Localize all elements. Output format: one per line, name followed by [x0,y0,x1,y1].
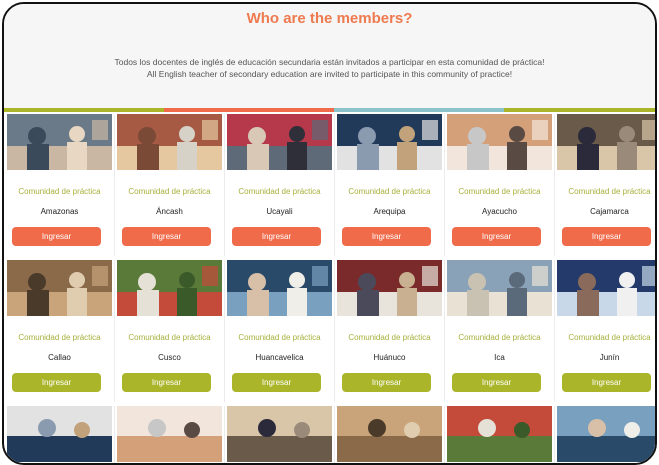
community-photo [557,260,655,316]
community-category-label: Comunidad de práctica [458,333,541,342]
community-category-label: Comunidad de práctica [128,333,211,342]
region-name: Huancavelica [255,353,304,362]
community-category-label: Comunidad de práctica [568,333,651,342]
community-card-partial [225,406,335,463]
ingresar-button[interactable]: Ingresar [342,373,431,392]
region-name: Junín [599,353,620,362]
region-name: Ica [494,353,505,362]
region-name: Áncash [156,207,183,216]
community-card: Comunidad de práctica Arequipa Ingresar [335,114,445,256]
ingresar-button[interactable]: Ingresar [232,227,321,246]
ingresar-button[interactable]: Ingresar [232,373,321,392]
region-name: Huánuco [373,353,406,362]
community-category-label: Comunidad de práctica [348,187,431,196]
community-card-partial [555,406,655,463]
community-photo [117,406,222,462]
region-name: Cusco [158,353,181,362]
ingresar-button[interactable]: Ingresar [12,373,101,392]
color-stripe-orange [164,108,334,112]
community-category-label: Comunidad de práctica [18,333,101,342]
community-card-partial [115,406,225,463]
community-photo [337,260,442,316]
community-photo [557,114,655,170]
community-category-label: Comunidad de práctica [238,187,321,196]
community-category-label: Comunidad de práctica [348,333,431,342]
community-category-label: Comunidad de práctica [238,333,321,342]
community-card: Comunidad de práctica Cusco Ingresar [115,260,225,402]
community-photo [447,406,552,462]
region-name: Cajamarca [590,207,629,216]
community-photo [7,406,112,462]
ingresar-button[interactable]: Ingresar [452,227,541,246]
community-photo [117,260,222,316]
community-photo [227,406,332,462]
community-photo [447,114,552,170]
ingresar-button[interactable]: Ingresar [562,227,651,246]
description-english: All English teacher of secondary educati… [146,69,513,79]
community-photo [337,406,442,462]
region-name: Amazonas [40,207,79,216]
community-photo [117,114,222,170]
color-stripe-green [4,108,164,112]
community-card: Comunidad de práctica Huánuco Ingresar [335,260,445,402]
community-card-partial [445,406,555,463]
ingresar-button[interactable]: Ingresar [342,227,431,246]
color-stripe-blue [334,108,504,112]
community-card: Comunidad de práctica Ica Ingresar [445,260,555,402]
community-card: Comunidad de práctica Ucayali Ingresar [225,114,335,256]
community-card-partial [5,406,115,463]
community-category-label: Comunidad de práctica [128,187,211,196]
community-card: Comunidad de práctica Ayacucho Ingresar [445,114,555,256]
community-card: Comunidad de práctica Callao Ingresar [5,260,115,402]
ingresar-button[interactable]: Ingresar [452,373,541,392]
community-card-partial [335,406,445,463]
section-title: Who are the members? [246,10,413,27]
ingresar-button[interactable]: Ingresar [122,373,211,392]
community-photo [227,260,332,316]
ingresar-button[interactable]: Ingresar [562,373,651,392]
ingresar-button[interactable]: Ingresar [122,227,211,246]
region-name: Callao [48,353,71,362]
page-frame: Who are the members? Todos los docentes … [2,2,657,465]
community-card: Comunidad de práctica Amazonas Ingresar [5,114,115,256]
community-card: Comunidad de práctica Áncash Ingresar [115,114,225,256]
color-stripe-green-2 [504,108,655,112]
community-category-label: Comunidad de práctica [18,187,101,196]
community-category-label: Comunidad de práctica [458,187,541,196]
community-photo [337,114,442,170]
region-name: Ucayali [266,207,293,216]
community-photo [557,406,655,462]
ingresar-button[interactable]: Ingresar [12,227,101,246]
description-spanish: Todos los docentes de inglés de educació… [114,57,545,67]
community-card: Comunidad de práctica Cajamarca Ingresar [555,114,655,256]
community-photo [7,114,112,170]
community-card: Comunidad de práctica Huancavelica Ingresa… [225,260,335,402]
community-photo [447,260,552,316]
region-name: Arequipa [373,207,406,216]
community-card: Comunidad de práctica Junín Ingresar [555,260,655,402]
region-name: Ayacucho [482,207,517,216]
community-photo [227,114,332,170]
section-description: Todos los docentes de inglés de educació… [4,56,655,80]
community-category-label: Comunidad de práctica [568,187,651,196]
members-header: Who are the members? Todos los docentes … [4,4,655,112]
community-photo [7,260,112,316]
